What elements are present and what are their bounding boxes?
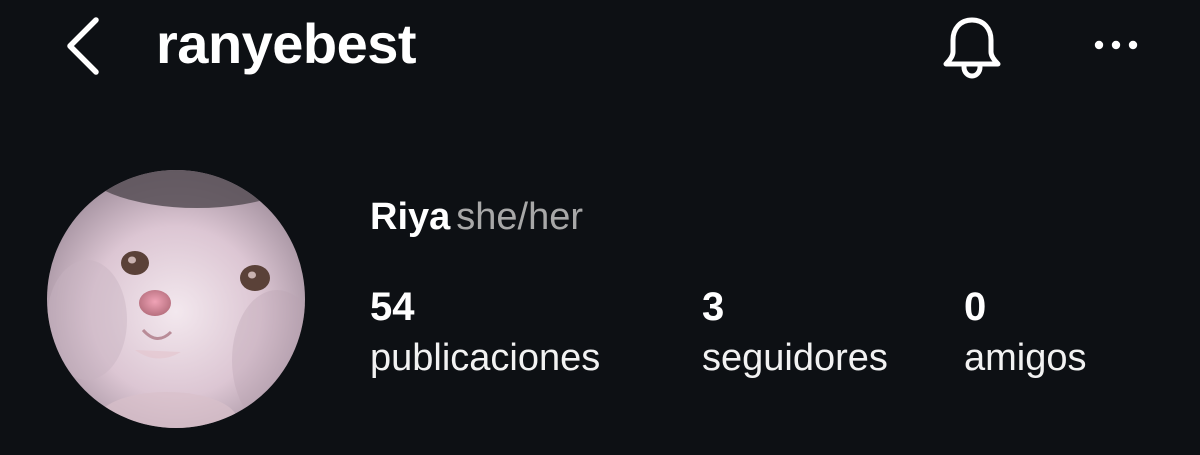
display-name: Riya bbox=[370, 196, 451, 238]
profile-username: ranyebest bbox=[156, 12, 417, 75]
profile-name-row: Riya she/her bbox=[370, 194, 583, 240]
top-bar: ranyebest bbox=[0, 0, 1200, 100]
back-button[interactable] bbox=[56, 14, 116, 78]
stat-friends[interactable]: 0 amigos bbox=[964, 284, 1087, 382]
posts-label: publicaciones bbox=[370, 337, 601, 379]
avatar[interactable] bbox=[47, 170, 305, 428]
more-horizontal-icon bbox=[1094, 40, 1138, 50]
chevron-left-icon bbox=[67, 17, 99, 75]
cat-face-picture bbox=[47, 170, 305, 428]
pronouns: she/her bbox=[456, 196, 584, 238]
stat-followers[interactable]: 3 seguidores bbox=[702, 284, 888, 382]
followers-count: 3 bbox=[702, 285, 725, 329]
friends-count: 0 bbox=[964, 285, 987, 329]
stat-posts[interactable]: 54 publicaciones bbox=[370, 284, 600, 382]
followers-label: seguidores bbox=[702, 337, 888, 379]
bell-icon bbox=[943, 17, 1001, 79]
posts-count: 54 bbox=[370, 285, 415, 329]
notifications-button[interactable] bbox=[936, 14, 1008, 80]
friends-label: amigos bbox=[964, 337, 1087, 379]
more-options-button[interactable] bbox=[1086, 28, 1146, 62]
